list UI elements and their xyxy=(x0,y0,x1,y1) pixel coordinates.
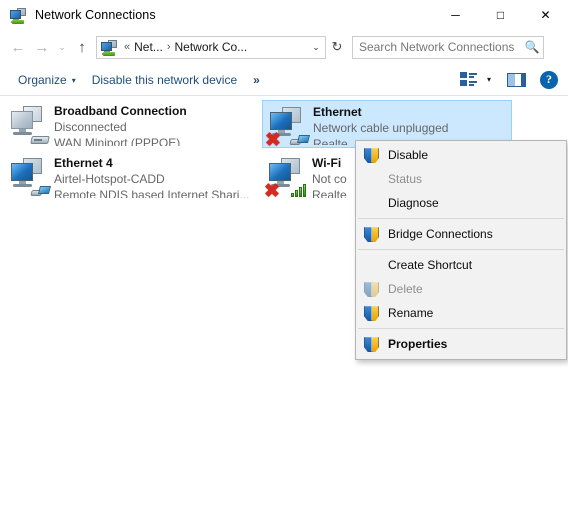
connection-item-broadband[interactable]: Broadband Connection Disconnected WAN Mi… xyxy=(4,100,254,148)
menu-item-create-shortcut[interactable]: Create Shortcut xyxy=(356,253,566,277)
signal-bars-icon xyxy=(289,184,308,198)
search-input[interactable] xyxy=(353,39,521,55)
connection-text: Ethernet Network cable unplugged Realte xyxy=(309,103,448,145)
menu-item-icon-placeholder xyxy=(362,170,384,188)
menu-item-label: Create Shortcut xyxy=(388,258,473,272)
navigation-bar: ← → ⌄ ↑ « Net... › Network Co... ⌄ ↻ 🔍 xyxy=(0,30,568,64)
connection-status: Network cable unplugged xyxy=(313,121,449,135)
menu-item-status: Status xyxy=(356,167,566,191)
uac-shield-icon xyxy=(362,280,384,298)
uac-shield-icon xyxy=(362,146,384,164)
help-icon[interactable]: ? xyxy=(540,70,558,89)
connection-text: Broadband Connection Disconnected WAN Mi… xyxy=(50,102,187,146)
organize-label: Organize xyxy=(18,72,67,87)
forward-button[interactable]: → xyxy=(30,35,54,59)
connection-text: Ethernet 4 Airtel-Hotspot-CADD Remote ND… xyxy=(50,154,249,198)
menu-item-label: Status xyxy=(388,172,423,186)
toolbar-overflow-button[interactable]: » xyxy=(245,69,268,91)
error-x-icon: ✖ xyxy=(264,181,280,202)
connection-name: Wi-Fi xyxy=(312,156,342,170)
computer-icon: ✖ xyxy=(265,105,310,151)
menu-item-label: Diagnose xyxy=(388,196,439,210)
menu-item-rename[interactable]: Rename xyxy=(356,301,566,325)
menu-separator xyxy=(358,218,564,219)
network-connections-icon xyxy=(10,7,26,24)
connection-item-ethernet-4[interactable]: Ethernet 4 Airtel-Hotspot-CADD Remote ND… xyxy=(4,152,254,200)
rj45-icon xyxy=(289,133,310,147)
connection-text: Wi-Fi Not co Realte xyxy=(308,154,347,198)
minimize-button[interactable]: ─ xyxy=(433,0,478,30)
menu-item-label: Disable xyxy=(388,148,429,162)
address-bar-icon xyxy=(101,39,117,56)
organize-button[interactable]: Organize ▾ xyxy=(10,69,84,91)
connection-name: Broadband Connection xyxy=(54,104,187,118)
recent-locations-button[interactable]: ⌄ xyxy=(54,35,70,59)
connection-status: Airtel-Hotspot-CADD xyxy=(54,172,165,186)
connection-status: Disconnected xyxy=(54,120,127,134)
connection-status: Not co xyxy=(312,172,347,186)
menu-item-diagnose[interactable]: Diagnose xyxy=(356,191,566,215)
breadcrumb-separator-icon: › xyxy=(166,41,171,53)
menu-item-label: Bridge Connections xyxy=(388,227,493,241)
menu-item-properties[interactable]: Properties xyxy=(356,332,566,356)
modem-icon xyxy=(30,132,50,146)
connection-name: Ethernet xyxy=(313,105,362,119)
command-bar: Organize ▾ Disable this network device » … xyxy=(0,64,568,96)
context-menu[interactable]: Disable Status Diagnose Bridge Connections C… xyxy=(355,140,567,360)
back-button[interactable]: ← xyxy=(6,35,30,59)
maximize-icon: □ xyxy=(496,8,505,22)
address-dropdown-icon[interactable]: ⌄ xyxy=(307,42,325,53)
close-icon: ✕ xyxy=(540,8,551,22)
menu-item-bridge-connections[interactable]: Bridge Connections xyxy=(356,222,566,246)
menu-item-icon-placeholder xyxy=(362,194,384,212)
connection-device: Remote NDIS based Internet Shari... xyxy=(54,188,250,198)
window-title: Network Connections xyxy=(35,8,156,22)
connection-name: Ethernet 4 xyxy=(54,156,113,170)
search-box[interactable]: 🔍 xyxy=(352,35,544,59)
computer-icon xyxy=(6,156,51,198)
maximize-button[interactable]: □ xyxy=(478,0,523,30)
menu-item-delete: Delete xyxy=(356,277,566,301)
menu-item-label: Properties xyxy=(388,337,448,351)
minimize-icon: ─ xyxy=(451,8,460,22)
uac-shield-icon xyxy=(362,304,384,322)
up-button[interactable]: ↑ xyxy=(70,35,94,59)
uac-shield-icon xyxy=(362,225,384,243)
command-bar-right: ▾ ? xyxy=(459,70,568,89)
preview-pane-icon[interactable] xyxy=(507,72,526,87)
error-x-icon: ✖ xyxy=(265,130,281,151)
computer-disconnected-icon xyxy=(6,104,50,146)
title-bar: Network Connections ─ □ ✕ xyxy=(0,0,568,30)
connection-device: WAN Miniport (PPPOE) xyxy=(54,136,181,146)
change-view-chevron-down-icon[interactable]: ▾ xyxy=(479,75,499,84)
uac-shield-icon xyxy=(362,335,384,353)
window-controls: ─ □ ✕ xyxy=(433,0,568,30)
menu-item-label: Delete xyxy=(388,282,423,296)
chevron-down-icon: ▾ xyxy=(71,75,76,85)
breadcrumb-item-0[interactable]: Net... xyxy=(134,40,163,54)
rj45-icon xyxy=(30,184,51,198)
address-bar[interactable]: « Net... › Network Co... ⌄ xyxy=(96,35,326,59)
search-icon[interactable]: 🔍 xyxy=(521,40,543,54)
breadcrumb-item-1[interactable]: Network Co... xyxy=(174,40,247,54)
change-view-icon[interactable] xyxy=(459,72,477,87)
computer-icon: ✖ xyxy=(264,156,308,202)
menu-item-disable[interactable]: Disable xyxy=(356,143,566,167)
disable-network-device-button[interactable]: Disable this network device xyxy=(84,69,245,91)
close-button[interactable]: ✕ xyxy=(523,0,568,30)
connection-device: Realte xyxy=(312,188,347,198)
menu-item-label: Rename xyxy=(388,306,434,320)
menu-separator xyxy=(358,328,564,329)
menu-item-icon-placeholder xyxy=(362,256,384,274)
menu-separator xyxy=(358,249,564,250)
refresh-button[interactable]: ↻ xyxy=(326,36,348,59)
breadcrumb-overflow-icon[interactable]: « xyxy=(120,41,134,53)
